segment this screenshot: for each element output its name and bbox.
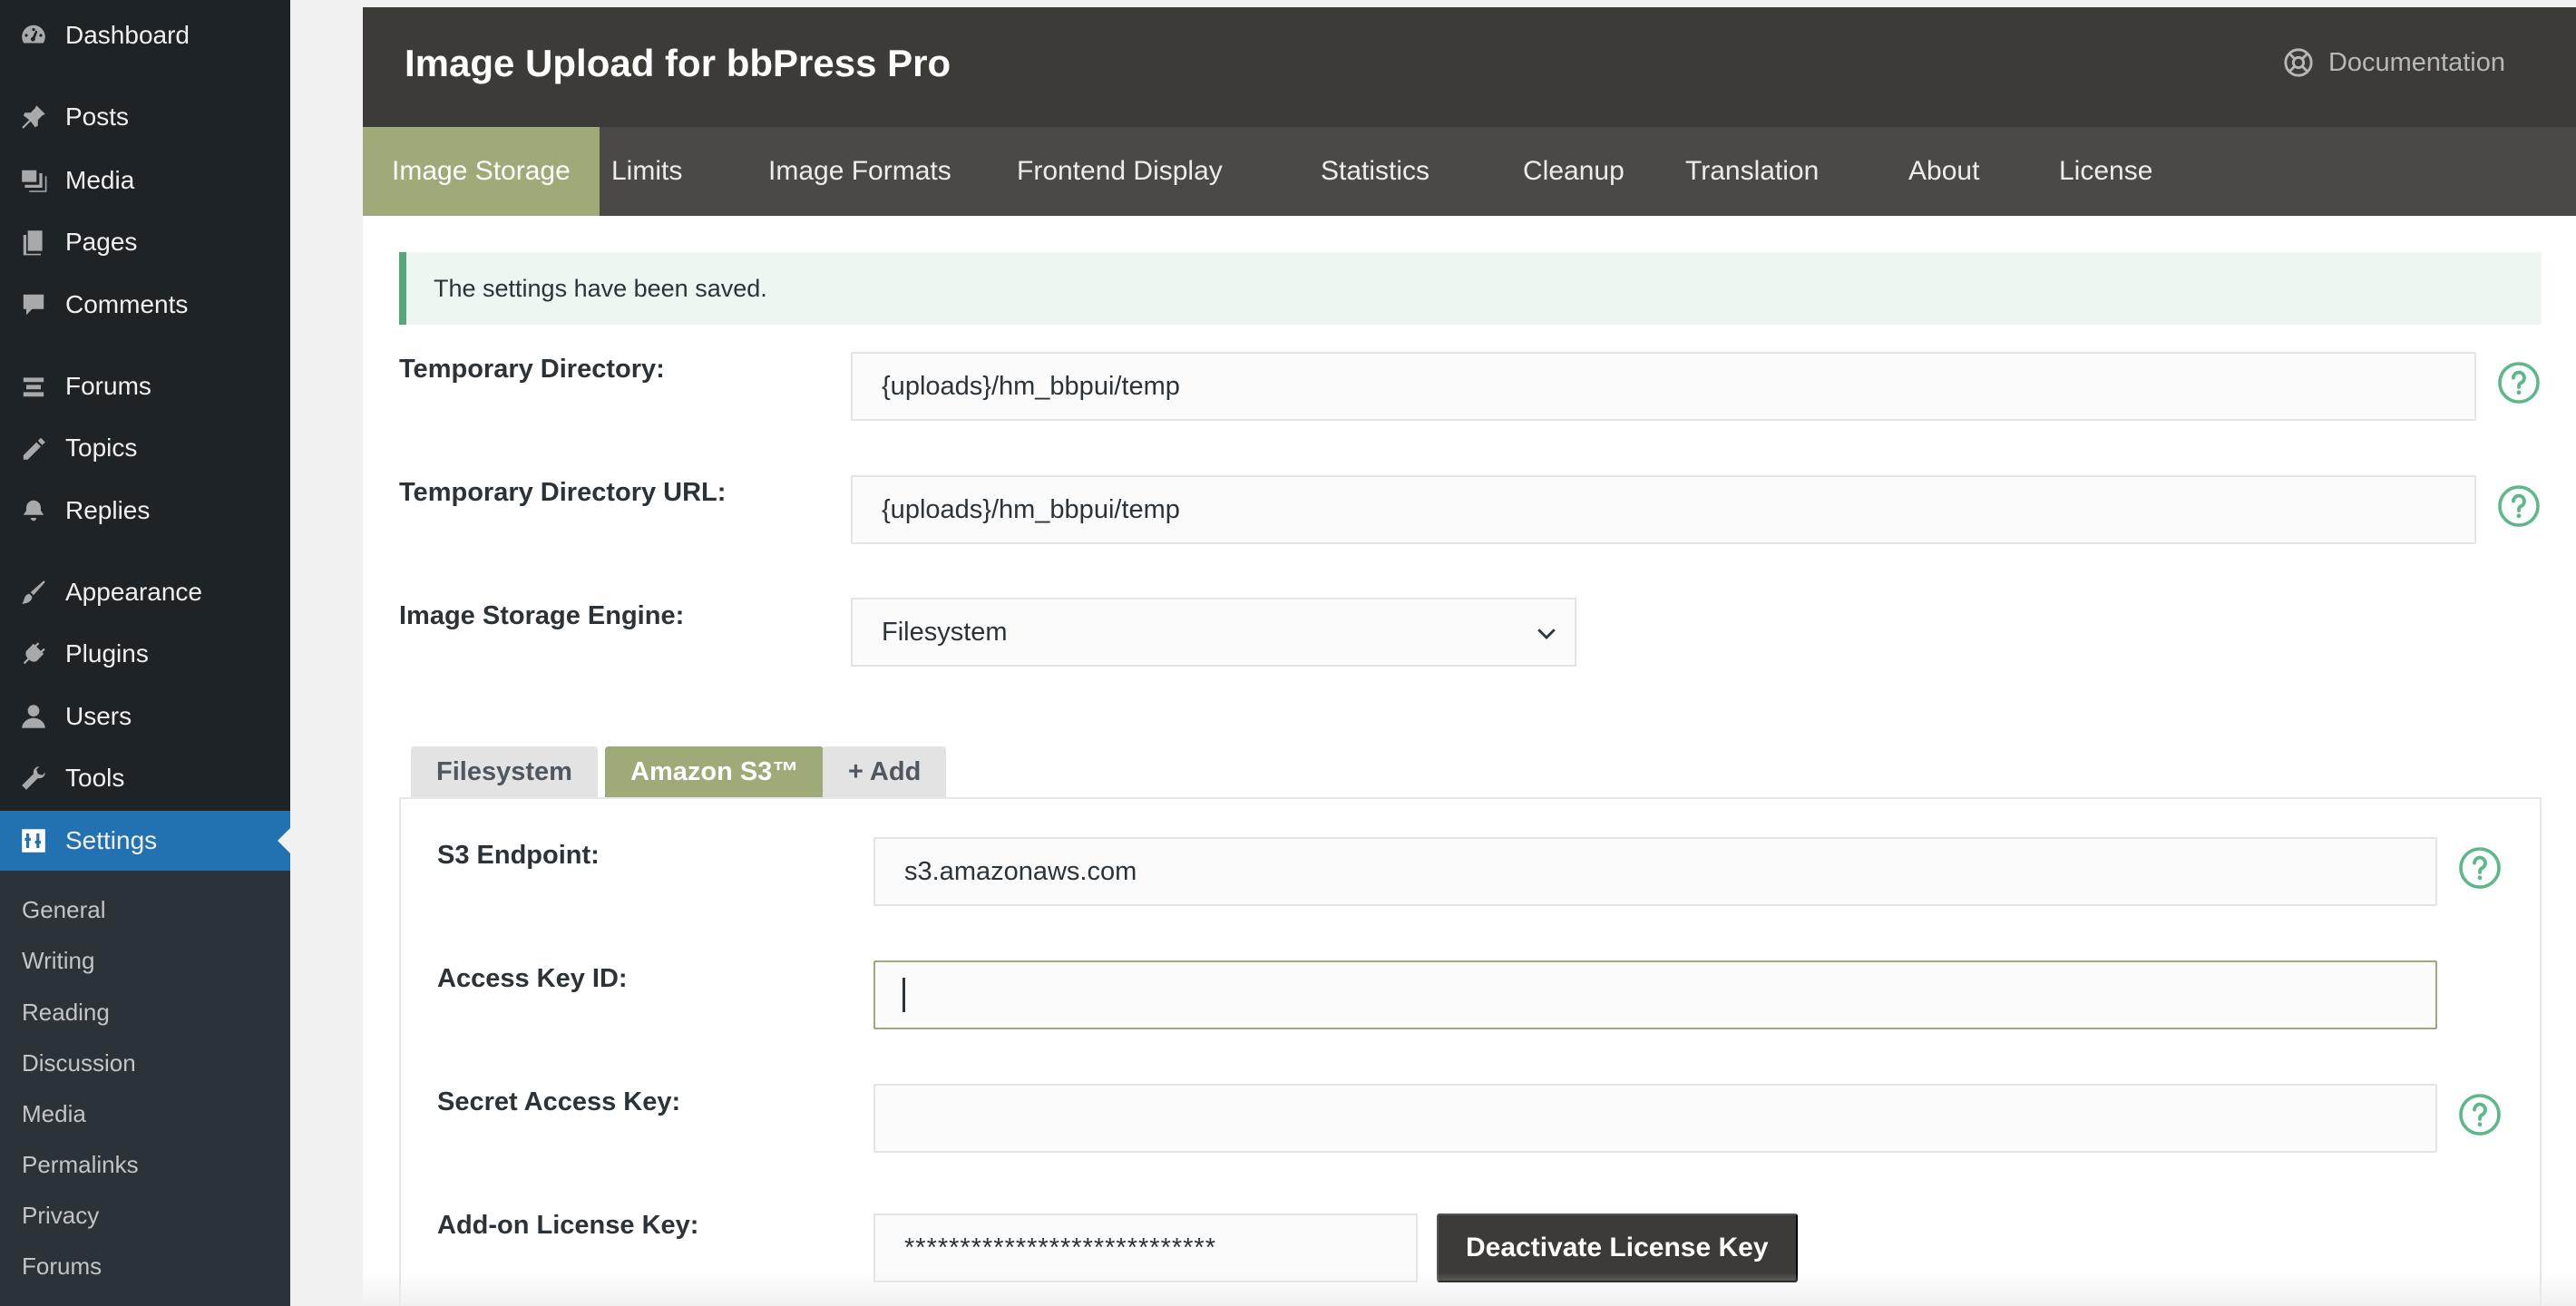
sidebar-item-dashboard[interactable]: Dashboard bbox=[0, 7, 290, 63]
storage-tab-add[interactable]: + Add bbox=[823, 746, 947, 797]
sidebar-item-label: Plugins bbox=[65, 639, 149, 668]
tab-frontend-display[interactable]: Frontend Display bbox=[988, 127, 1252, 216]
topics-icon bbox=[18, 433, 49, 463]
field-fade bbox=[1280, 1215, 1389, 1281]
lifebuoy-icon bbox=[2284, 48, 2313, 77]
submenu-item-forums[interactable]: Forums bbox=[22, 1252, 102, 1281]
tab-cleanup[interactable]: Cleanup bbox=[1494, 127, 1654, 216]
sidebar-item-label: Media bbox=[65, 166, 135, 194]
temp-dir-label: Temporary Directory: bbox=[399, 355, 665, 384]
settings-submenu: General Writing Reading Discussion Media… bbox=[0, 871, 290, 1306]
secret-key-input[interactable] bbox=[873, 1084, 2437, 1153]
s3-endpoint-input[interactable]: s3.amazonaws.com bbox=[873, 837, 2437, 906]
sidebar-item-label: Topics bbox=[65, 434, 138, 462]
submenu-item-privacy[interactable]: Privacy bbox=[22, 1202, 99, 1230]
tab-translation[interactable]: Translation bbox=[1656, 127, 1848, 216]
help-icon[interactable] bbox=[2458, 846, 2502, 890]
submenu-item-general[interactable]: General bbox=[22, 896, 106, 924]
license-key-value: **************************** bbox=[904, 1233, 1216, 1262]
text-caret bbox=[903, 978, 905, 1012]
sidebar-item-topics[interactable]: Topics bbox=[0, 420, 290, 476]
sidebar-item-users[interactable]: Users bbox=[0, 688, 290, 745]
submenu-item-permalinks[interactable]: Permalinks bbox=[22, 1151, 139, 1179]
comment-icon bbox=[18, 289, 49, 320]
user-icon bbox=[18, 701, 49, 732]
license-key-input[interactable]: **************************** bbox=[873, 1213, 1418, 1282]
s3-endpoint-label: S3 Endpoint: bbox=[437, 841, 600, 870]
settings-icon bbox=[18, 825, 49, 856]
plugin-header: Image Upload for bbPress Pro Documentati… bbox=[363, 7, 2576, 127]
sidebar-item-label: Replies bbox=[65, 496, 151, 524]
pages-icon bbox=[18, 227, 49, 258]
sidebar-item-label: Settings bbox=[65, 826, 158, 854]
settings-tabs: Image Storage Limits Image Formats Front… bbox=[363, 127, 2576, 216]
storage-engine-select[interactable]: Filesystem bbox=[851, 598, 1576, 667]
temp-dir-url-label: Temporary Directory URL: bbox=[399, 478, 727, 507]
tab-statistics[interactable]: Statistics bbox=[1292, 127, 1459, 216]
tab-image-formats[interactable]: Image Formats bbox=[739, 127, 981, 216]
tab-license[interactable]: License bbox=[2030, 127, 2181, 216]
license-key-label: Add-on License Key: bbox=[437, 1211, 699, 1240]
media-icon bbox=[18, 165, 49, 196]
paintbrush-icon bbox=[18, 577, 49, 608]
wrench-icon bbox=[18, 763, 49, 794]
sidebar-item-forums[interactable]: Forums bbox=[0, 358, 290, 414]
chevron-down-icon bbox=[1537, 629, 1556, 639]
sidebar-item-label: Pages bbox=[65, 228, 138, 256]
sidebar-item-label: Dashboard bbox=[65, 21, 190, 49]
settings-panel: Image Upload for bbPress Pro Documentati… bbox=[363, 7, 2576, 1306]
submenu-item-discussion[interactable]: Discussion bbox=[22, 1049, 136, 1077]
deactivate-license-button[interactable]: Deactivate License Key bbox=[1437, 1213, 1798, 1282]
sidebar-item-label: Appearance bbox=[65, 578, 203, 606]
help-icon[interactable] bbox=[2497, 484, 2541, 528]
sidebar-item-settings[interactable]: Settings bbox=[0, 811, 290, 871]
content-gutter bbox=[290, 0, 363, 1306]
submenu-item-media[interactable]: Media bbox=[22, 1100, 86, 1128]
documentation-label: Documentation bbox=[2327, 47, 2505, 77]
admin-sidebar: Dashboard Posts Media Pages Comments For… bbox=[0, 0, 290, 1306]
storage-tab-filesystem[interactable]: Filesystem bbox=[411, 746, 598, 797]
sidebar-item-appearance[interactable]: Appearance bbox=[0, 564, 290, 620]
sidebar-item-label: Forums bbox=[65, 372, 151, 400]
help-icon[interactable] bbox=[2497, 361, 2541, 404]
sidebar-item-plugins[interactable]: Plugins bbox=[0, 626, 290, 682]
sidebar-item-label: Comments bbox=[65, 290, 189, 318]
settings-saved-notice: The settings have been saved. bbox=[399, 252, 2542, 325]
submenu-item-reading[interactable]: Reading bbox=[22, 999, 110, 1027]
sidebar-item-media[interactable]: Media bbox=[0, 152, 290, 209]
forums-icon bbox=[18, 371, 49, 402]
dashboard-icon bbox=[18, 20, 49, 51]
sidebar-item-comments[interactable]: Comments bbox=[0, 277, 290, 333]
sidebar-item-replies[interactable]: Replies bbox=[0, 482, 290, 539]
sidebar-item-label: Users bbox=[65, 702, 132, 730]
tab-image-storage[interactable]: Image Storage bbox=[363, 127, 600, 216]
help-icon[interactable] bbox=[2458, 1093, 2502, 1136]
documentation-link[interactable]: Documentation bbox=[2283, 47, 2505, 78]
storage-engine-value: Filesystem bbox=[882, 617, 1008, 647]
sidebar-item-tools[interactable]: Tools bbox=[0, 750, 290, 806]
page-title: Image Upload for bbPress Pro bbox=[405, 42, 951, 84]
sidebar-item-pages[interactable]: Pages bbox=[0, 214, 290, 270]
temp-dir-input[interactable]: {uploads}/hm_bbpui/temp bbox=[851, 352, 2476, 421]
tab-about[interactable]: About bbox=[1879, 127, 2008, 216]
access-key-label: Access Key ID: bbox=[437, 964, 628, 993]
pin-icon bbox=[18, 102, 49, 132]
sidebar-item-label: Posts bbox=[65, 102, 130, 131]
temp-dir-url-input[interactable]: {uploads}/hm_bbpui/temp bbox=[851, 475, 2476, 544]
sidebar-item-posts[interactable]: Posts bbox=[0, 89, 290, 145]
storage-tab-amazon-s3[interactable]: Amazon S3™ bbox=[605, 746, 825, 797]
access-key-input[interactable] bbox=[873, 960, 2437, 1029]
submenu-item-writing[interactable]: Writing bbox=[22, 947, 94, 975]
replies-icon bbox=[18, 495, 49, 526]
sidebar-item-label: Tools bbox=[65, 764, 125, 792]
tab-limits[interactable]: Limits bbox=[582, 127, 711, 216]
storage-engine-label: Image Storage Engine: bbox=[399, 601, 685, 630]
plug-icon bbox=[18, 638, 49, 669]
secret-key-label: Secret Access Key: bbox=[437, 1087, 681, 1116]
